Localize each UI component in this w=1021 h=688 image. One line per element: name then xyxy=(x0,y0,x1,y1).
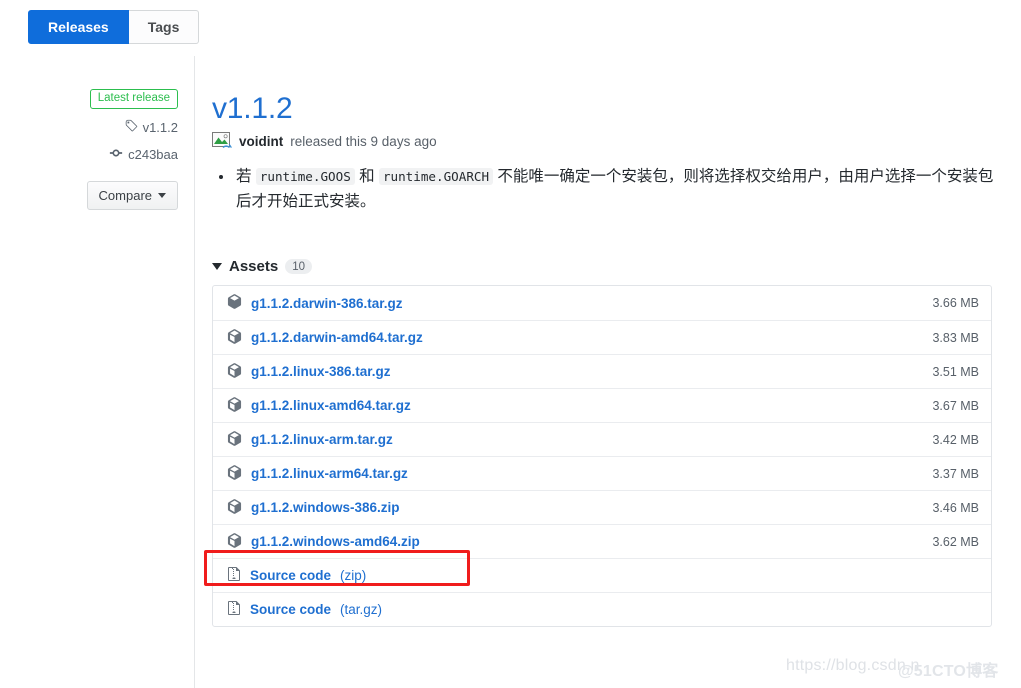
asset-left: g1.1.2.windows-386.zip xyxy=(227,498,932,517)
compare-wrap: Compare xyxy=(0,180,178,210)
release-notes: 若 runtime.GOOS 和 runtime.GOARCH 不能唯一确定一个… xyxy=(212,164,994,214)
asset-format: (tar.gz) xyxy=(340,602,383,618)
package-icon xyxy=(227,464,242,483)
asset-left: g1.1.2.darwin-amd64.tar.gz xyxy=(227,328,932,347)
compare-button-label: Compare xyxy=(98,187,152,203)
asset-name[interactable]: g1.1.2.linux-arm.tar.gz xyxy=(251,432,393,447)
releases-page: Releases Tags Latest release v1.1.2 c243… xyxy=(0,0,1021,688)
tab-releases[interactable]: Releases xyxy=(28,10,129,44)
assets-label: Assets xyxy=(229,258,279,276)
asset-left: Source code (zip) xyxy=(227,566,979,585)
asset-row-source-zip[interactable]: Source code (zip) xyxy=(213,558,991,592)
package-icon xyxy=(227,532,242,551)
release-author[interactable]: voidint xyxy=(239,134,283,149)
asset-size: 3.66 MB xyxy=(932,296,979,311)
asset-row[interactable]: g1.1.2.linux-arm.tar.gz 3.42 MB xyxy=(213,422,991,456)
asset-name[interactable]: g1.1.2.windows-amd64.zip xyxy=(251,534,420,549)
release-content: v1.1.2 voidint released this 9 days ago … xyxy=(212,92,994,628)
release-note-item: 若 runtime.GOOS 和 runtime.GOARCH 不能唯一确定一个… xyxy=(234,164,994,214)
asset-row[interactable]: g1.1.2.linux-386.tar.gz 3.51 MB xyxy=(213,354,991,388)
package-icon xyxy=(227,362,242,381)
asset-size: 3.42 MB xyxy=(932,432,979,447)
file-zip-icon xyxy=(227,600,241,619)
asset-left: g1.1.2.darwin-386.tar.gz xyxy=(227,294,932,312)
watermark: https://blog.csdn.n @51CTO博客 xyxy=(786,657,998,680)
triangle-down-icon xyxy=(212,263,222,271)
asset-format: (zip) xyxy=(340,568,367,584)
tag-name: v1.1.2 xyxy=(142,119,178,135)
tab-tags-label: Tags xyxy=(147,19,180,35)
asset-size: 3.37 MB xyxy=(932,466,979,481)
asset-size: 3.62 MB xyxy=(932,534,979,549)
note-prefix: 若 xyxy=(236,168,256,185)
asset-left: Source code (tar.gz) xyxy=(227,600,979,619)
asset-name[interactable]: g1.1.2.linux-amd64.tar.gz xyxy=(251,398,411,413)
asset-name[interactable]: g1.1.2.linux-386.tar.gz xyxy=(251,364,391,379)
asset-size: 3.67 MB xyxy=(932,398,979,413)
broken-image-avatar-icon xyxy=(212,132,232,150)
assets-header[interactable]: Assets 10 xyxy=(212,258,994,275)
tab-tags[interactable]: Tags xyxy=(128,10,200,44)
package-icon xyxy=(227,396,242,415)
asset-name[interactable]: g1.1.2.darwin-386.tar.gz xyxy=(251,296,403,311)
asset-size: 3.51 MB xyxy=(932,364,979,379)
asset-row-highlighted[interactable]: g1.1.2.windows-amd64.zip 3.62 MB xyxy=(213,524,991,558)
watermark-brand: @51CTO博客 xyxy=(898,663,999,680)
package-icon xyxy=(227,328,242,347)
sidebar-divider xyxy=(194,56,195,688)
tag-row[interactable]: v1.1.2 xyxy=(0,119,178,136)
commit-row[interactable]: c243baa xyxy=(0,146,178,163)
asset-row[interactable]: g1.1.2.windows-386.zip 3.46 MB xyxy=(213,490,991,524)
package-icon xyxy=(227,294,242,312)
latest-release-badge: Latest release xyxy=(89,89,178,109)
asset-left: g1.1.2.linux-amd64.tar.gz xyxy=(227,396,932,415)
file-zip-icon xyxy=(227,566,241,585)
asset-name[interactable]: Source code xyxy=(250,602,331,617)
tab-releases-label: Releases xyxy=(48,19,109,35)
note-code-goos: runtime.GOOS xyxy=(255,168,355,185)
note-code-goarch: runtime.GOARCH xyxy=(378,168,494,185)
note-mid: 和 xyxy=(354,168,379,185)
asset-row[interactable]: g1.1.2.linux-arm64.tar.gz 3.37 MB xyxy=(213,456,991,490)
asset-size: 3.83 MB xyxy=(932,330,979,345)
asset-left: g1.1.2.linux-386.tar.gz xyxy=(227,362,932,381)
asset-left: g1.1.2.linux-arm.tar.gz xyxy=(227,430,932,449)
releases-tabbar: Releases Tags xyxy=(28,10,200,44)
release-byline-text: released this 9 days ago xyxy=(290,133,437,149)
compare-button[interactable]: Compare xyxy=(86,180,178,210)
assets-list: g1.1.2.darwin-386.tar.gz 3.66 MB g1.1.2.… xyxy=(212,285,992,628)
asset-row[interactable]: g1.1.2.linux-amd64.tar.gz 3.67 MB xyxy=(213,388,991,422)
asset-name[interactable]: g1.1.2.linux-arm64.tar.gz xyxy=(251,466,408,481)
asset-row-source-targz[interactable]: Source code (tar.gz) xyxy=(213,592,991,626)
release-title[interactable]: v1.1.2 xyxy=(212,92,994,126)
asset-left: g1.1.2.windows-amd64.zip xyxy=(227,532,932,551)
release-byline: voidint released this 9 days ago xyxy=(212,132,994,150)
release-sidebar: Latest release v1.1.2 c243baa Compare xyxy=(0,88,182,210)
asset-name[interactable]: Source code xyxy=(250,568,331,583)
chevron-down-icon xyxy=(158,192,166,198)
asset-size: 3.46 MB xyxy=(932,500,979,515)
asset-row[interactable]: g1.1.2.darwin-386.tar.gz 3.66 MB xyxy=(213,286,991,320)
asset-name[interactable]: g1.1.2.windows-386.zip xyxy=(251,500,400,515)
package-icon xyxy=(227,430,242,449)
git-commit-icon xyxy=(109,146,123,163)
commit-hash: c243baa xyxy=(128,146,178,162)
asset-left: g1.1.2.linux-arm64.tar.gz xyxy=(227,464,932,483)
asset-name[interactable]: g1.1.2.darwin-amd64.tar.gz xyxy=(251,330,423,345)
assets-count-badge: 10 xyxy=(285,259,312,275)
asset-row[interactable]: g1.1.2.darwin-amd64.tar.gz 3.83 MB xyxy=(213,320,991,354)
tag-icon xyxy=(124,119,138,136)
package-icon xyxy=(227,498,242,517)
